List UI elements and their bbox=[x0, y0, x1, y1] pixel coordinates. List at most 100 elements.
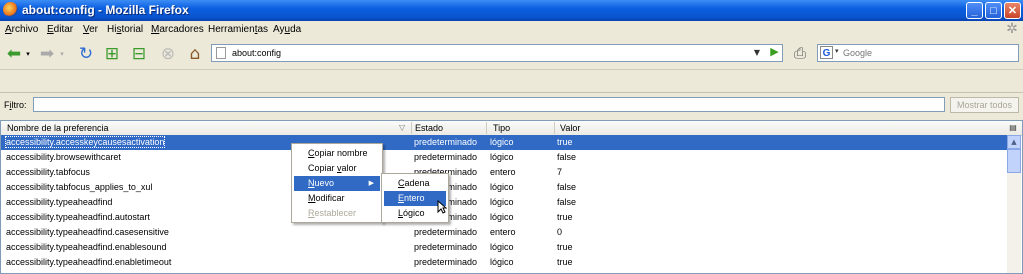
table-row[interactable]: accessibility.tabfocus_applies_to_xulpre… bbox=[1, 180, 1007, 195]
table-row[interactable]: accessibility.typeaheadfind.enablesound p… bbox=[1, 240, 1007, 255]
close-button[interactable]: ✕ bbox=[1004, 2, 1021, 19]
cell-value: false bbox=[557, 182, 577, 192]
column-divider[interactable] bbox=[411, 122, 412, 134]
cell-status: predeterminado bbox=[414, 137, 478, 147]
page-content: Filtro: Mostrar todos Nombre de la prefe… bbox=[0, 92, 1023, 274]
column-picker-icon[interactable]: ▤ bbox=[1007, 122, 1019, 134]
cell-name: accessibility.typeaheadfind.enabletimeou… bbox=[6, 257, 172, 267]
context-menu: Copiar nombre Copiar valor Nuevo ▶ Modificar… bbox=[291, 143, 383, 223]
cell-status: predeterminado bbox=[414, 227, 478, 237]
new-tab-icon[interactable]: ⊞ bbox=[101, 44, 123, 64]
filter-input[interactable] bbox=[33, 97, 945, 112]
google-icon[interactable]: G bbox=[820, 46, 833, 59]
context-menu-item[interactable]: Nuevo ▶ bbox=[294, 176, 380, 191]
home-icon[interactable]: ⌂ bbox=[184, 44, 206, 64]
menu-ver[interactable]: Ver bbox=[83, 24, 98, 35]
context-menu-item[interactable]: Copiar valor bbox=[294, 161, 380, 176]
title-bar: about:config - Mozilla Firefox _ □ ✕ bbox=[0, 0, 1023, 21]
context-menu-item[interactable]: Modificar bbox=[294, 191, 380, 206]
cell-value: true bbox=[557, 257, 573, 267]
cell-type: entero bbox=[490, 167, 516, 177]
url-bar[interactable]: about:config ▼ bbox=[211, 44, 783, 62]
table-row[interactable]: accessibility.typeaheadfind.autostartpre… bbox=[1, 210, 1007, 225]
cell-type: lógico bbox=[490, 197, 514, 207]
menu-bar: Archivo Editar Ver Historial Marcadores … bbox=[0, 21, 1023, 39]
cell-type: lógico bbox=[490, 152, 514, 162]
submenu-item[interactable]: Cadena bbox=[384, 176, 446, 191]
maximize-button[interactable]: □ bbox=[985, 2, 1002, 19]
filter-label: Filtro: bbox=[4, 100, 27, 110]
back-dropdown-icon[interactable]: ▾ bbox=[23, 44, 33, 64]
column-header-name[interactable]: Nombre de la preferencia bbox=[7, 123, 109, 133]
throbber-icon: ✲ bbox=[1006, 21, 1018, 37]
cell-value: 7 bbox=[557, 167, 563, 177]
cell-value: true bbox=[557, 137, 573, 147]
sort-icon: ▽ bbox=[399, 123, 406, 132]
context-menu-item: Restablecer bbox=[308, 208, 357, 218]
print-icon[interactable]: ⎙ bbox=[789, 43, 811, 63]
table-row[interactable]: accessibility.typeaheadfind.casesensitiv… bbox=[1, 225, 1007, 240]
preferences-tree[interactable]: Nombre de la preferencia ▽ Estado Tipo V… bbox=[0, 120, 1023, 274]
forward-icon[interactable]: ➡ bbox=[36, 44, 58, 64]
scrollbar-thumb[interactable] bbox=[1007, 149, 1021, 173]
cell-value: false bbox=[557, 197, 577, 207]
column-header-value[interactable]: Valor bbox=[560, 123, 580, 133]
go-icon[interactable]: ▶ bbox=[768, 45, 781, 59]
search-bar[interactable]: G ▾ bbox=[817, 44, 1019, 62]
cell-name: accessibility.typeaheadfind.enablesound bbox=[6, 242, 167, 252]
tree-header: Nombre de la preferencia ▽ Estado Tipo V… bbox=[1, 121, 1022, 136]
menu-ayuda[interactable]: Ayuda bbox=[273, 24, 301, 35]
cell-type: lógico bbox=[490, 242, 514, 252]
submenu-arrow-icon: ▶ bbox=[368, 180, 374, 187]
cell-name: accessibility.typeaheadfind.casesensitiv… bbox=[6, 227, 169, 237]
cell-status: predeterminado bbox=[414, 152, 478, 162]
context-menu-item[interactable]: Copiar nombre bbox=[294, 146, 380, 161]
table-row[interactable]: accessibility.tabfocus predeterminado ente… bbox=[1, 165, 1007, 180]
cell-name: accessibility.browsewithcaret bbox=[6, 152, 121, 162]
url-text[interactable]: about:config bbox=[232, 48, 281, 58]
submenu-nuevo: Cadena Entero Lógico bbox=[381, 173, 449, 223]
table-row[interactable]: accessibility.accesskeycausesactivation p… bbox=[1, 135, 1007, 150]
column-header-type[interactable]: Tipo bbox=[493, 123, 510, 133]
search-engine-dropdown-icon[interactable]: ▾ bbox=[835, 47, 839, 55]
firefox-icon[interactable] bbox=[3, 2, 18, 17]
window-title: about:config - Mozilla Firefox bbox=[22, 3, 189, 17]
page-icon bbox=[216, 47, 226, 59]
scroll-up-arrow-icon[interactable]: ▲ bbox=[1007, 135, 1021, 149]
forward-dropdown-icon[interactable]: ▾ bbox=[57, 44, 67, 64]
new-window-icon[interactable]: ⊟ bbox=[128, 44, 150, 64]
table-row[interactable]: accessibility.typeaheadfindpredeterminad… bbox=[1, 195, 1007, 210]
bookmarks-toolbar bbox=[0, 69, 1023, 92]
cell-name: accessibility.tabfocus_applies_to_xul bbox=[6, 182, 153, 192]
cell-value: true bbox=[557, 242, 573, 252]
menu-archivo[interactable]: Archivo bbox=[5, 24, 38, 35]
cell-status: predeterminado bbox=[414, 242, 478, 252]
cell-type: entero bbox=[490, 227, 516, 237]
column-header-status[interactable]: Estado bbox=[415, 123, 443, 133]
cell-value: 0 bbox=[557, 227, 563, 237]
back-icon[interactable]: ⬅ bbox=[3, 44, 25, 64]
vertical-scrollbar[interactable]: ▲ bbox=[1007, 135, 1021, 273]
stop-icon[interactable]: ⊗ bbox=[157, 44, 179, 64]
minimize-button[interactable]: _ bbox=[966, 2, 983, 19]
menu-herramientas[interactable]: Herramientas bbox=[208, 24, 268, 35]
cell-name: accessibility.tabfocus bbox=[6, 167, 90, 177]
menu-historial[interactable]: Historial bbox=[107, 24, 143, 35]
cell-name: accessibility.typeaheadfind bbox=[6, 197, 113, 207]
cell-type: lógico bbox=[490, 137, 514, 147]
cell-value: false bbox=[557, 152, 577, 162]
url-dropdown-icon[interactable]: ▼ bbox=[750, 46, 764, 60]
column-divider[interactable] bbox=[554, 122, 555, 134]
reload-icon[interactable]: ↻ bbox=[75, 44, 97, 64]
table-row[interactable]: accessibility.typeaheadfind.enabletimeou… bbox=[1, 255, 1007, 270]
show-all-button[interactable]: Mostrar todos bbox=[950, 97, 1019, 113]
cell-type: lógico bbox=[490, 182, 514, 192]
cell-type: lógico bbox=[490, 212, 514, 222]
cell-name: accessibility.typeaheadfind.autostart bbox=[6, 212, 150, 222]
table-row[interactable]: accessibility.browsewithcaret predetermin… bbox=[1, 150, 1007, 165]
search-input[interactable] bbox=[843, 46, 1013, 59]
menu-editar[interactable]: Editar bbox=[47, 24, 73, 35]
cell-status: predeterminado bbox=[414, 257, 478, 267]
menu-marcadores[interactable]: Marcadores bbox=[151, 24, 204, 35]
column-divider[interactable] bbox=[486, 122, 487, 134]
